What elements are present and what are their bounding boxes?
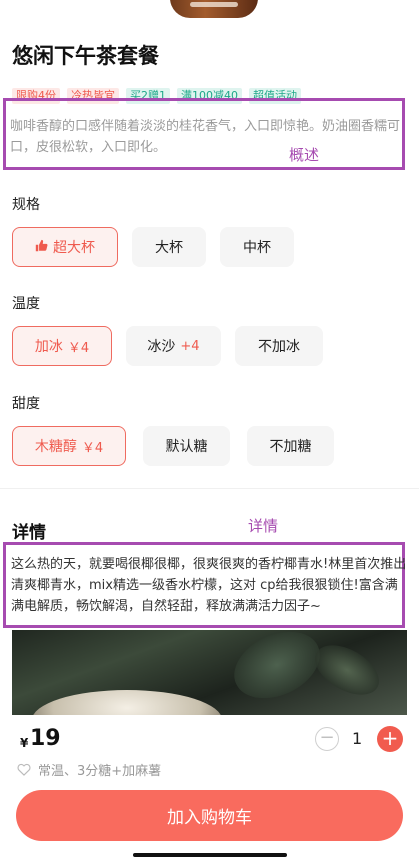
- temperature-option-no-ice[interactable]: 不加冰: [235, 326, 323, 366]
- sweetness-option-no-sugar[interactable]: 不加糖: [247, 426, 334, 466]
- divider: [0, 488, 419, 489]
- product-summary: 咖啡香醇的口感伴随着淡淡的桂花香气，入口即惊艳。奶油圈香糯可口，皮很松软，入口即…: [10, 119, 401, 155]
- details-text: 这么热的天，就要喝很椰很椰，很爽很爽的香柠椰青水!林里首次推出清爽椰青水，mix…: [11, 557, 407, 614]
- temperature-label: 温度: [12, 296, 40, 312]
- increase-quantity-button[interactable]: +: [377, 726, 403, 752]
- size-option-large[interactable]: 大杯: [132, 227, 206, 267]
- sweetness-option-xylitol[interactable]: 木糖醇 ￥4: [12, 426, 126, 466]
- summary-annotation: 概述: [289, 146, 320, 164]
- currency-symbol: ¥: [20, 736, 29, 750]
- details-photo: [12, 630, 407, 715]
- quantity-value: 1: [352, 729, 363, 748]
- sweetness-option-label: 不加糖: [269, 439, 312, 455]
- temperature-option-label: 冰沙: [147, 339, 176, 355]
- thumbs-up-icon: [35, 239, 48, 256]
- size-option-label: 中杯: [243, 240, 271, 256]
- temperature-option-price: +4: [180, 338, 200, 354]
- sweetness-label: 甜度: [12, 396, 40, 412]
- sweetness-option-label: 木糖醇: [34, 439, 77, 455]
- temperature-option-ice[interactable]: 加冰 ￥4: [12, 326, 112, 366]
- size-option-label: 超大杯: [53, 240, 95, 256]
- sweetness-option-label: 默认糖: [165, 439, 208, 455]
- product-title: 悠闲下午茶套餐: [12, 44, 159, 68]
- size-option-medium[interactable]: 中杯: [220, 227, 294, 267]
- temperature-option-price: ￥4: [67, 340, 90, 356]
- sweetness-option-price: ￥4: [81, 440, 104, 456]
- temperature-option-slush[interactable]: 冰沙 +4: [126, 326, 221, 366]
- size-option-extra-large[interactable]: 超大杯: [12, 227, 118, 267]
- home-indicator: [133, 853, 287, 857]
- product-image: [0, 0, 419, 22]
- temperature-option-label: 不加冰: [258, 339, 300, 355]
- add-to-cart-button[interactable]: 加入购物车: [16, 790, 403, 841]
- heart-icon: [17, 761, 31, 780]
- size-option-label: 大杯: [155, 240, 183, 256]
- temperature-option-label: 加冰: [34, 339, 63, 355]
- details-title: 详情: [12, 523, 46, 543]
- selected-options-summary: 常温、3分糖+加麻薯: [38, 764, 162, 779]
- sweetness-option-default[interactable]: 默认糖: [143, 426, 230, 466]
- details-annotation: 详情: [248, 517, 279, 535]
- price: 19: [30, 726, 61, 751]
- size-label: 规格: [12, 197, 40, 213]
- decrease-quantity-button[interactable]: −: [315, 727, 339, 751]
